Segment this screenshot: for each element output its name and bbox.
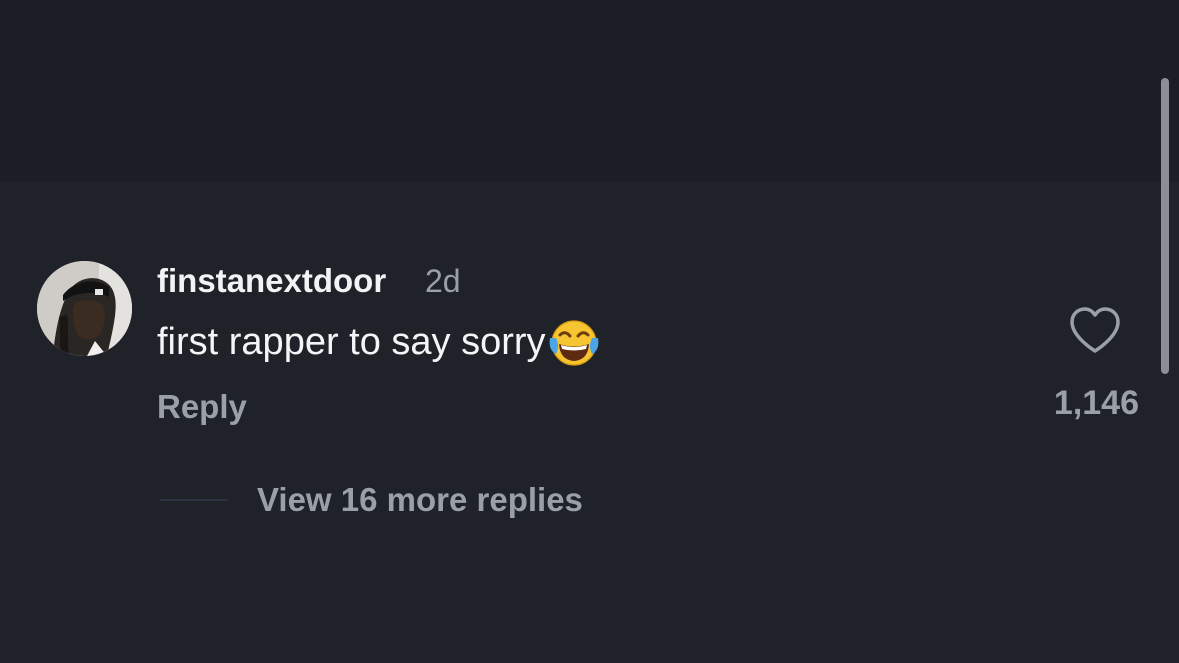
face-with-tears-of-joy-icon [548, 316, 600, 368]
comment-timestamp: 2d [425, 263, 461, 299]
view-more-replies-button[interactable]: View 16 more replies [257, 481, 583, 519]
scrollbar[interactable] [1161, 78, 1169, 374]
replies-divider [160, 499, 228, 501]
like-count: 1,146 [1053, 384, 1139, 422]
avatar-photo [37, 261, 132, 356]
heart-outline-icon[interactable] [1068, 306, 1122, 356]
comment-text: first rapper to say sorry [157, 320, 546, 363]
avatar[interactable] [37, 261, 132, 356]
comment-username[interactable]: finstanextdoor [157, 262, 386, 300]
reply-button[interactable]: Reply [157, 388, 247, 426]
comment-item: finstanextdoor 2d first rapper to say so… [0, 182, 1179, 552]
comment-body: first rapper to say sorry [157, 316, 600, 368]
top-band [0, 0, 1179, 182]
